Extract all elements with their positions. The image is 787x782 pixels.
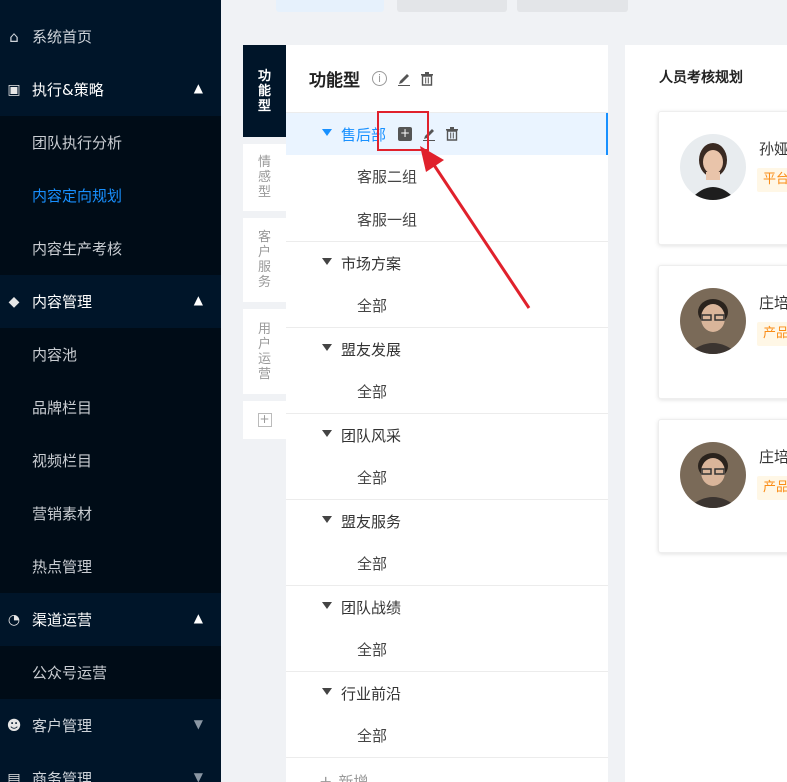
staff-name: 庄培 bbox=[759, 294, 787, 312]
staff-name: 庄培 bbox=[759, 448, 787, 466]
sidebar-group-channel[interactable]: ◔ 渠道运营 ▲ bbox=[0, 593, 221, 646]
chevron-down-icon: ▼ bbox=[193, 770, 203, 782]
tree-node-label: 行业前沿 bbox=[341, 684, 402, 703]
caret-down-icon[interactable] bbox=[322, 430, 332, 437]
info-icon[interactable]: i bbox=[372, 71, 387, 86]
add-category-label: 新增 bbox=[338, 773, 369, 782]
tree-node-header[interactable]: 行业前沿 bbox=[286, 672, 608, 714]
sidebar-submenu-channel: 公众号运营 bbox=[0, 646, 221, 699]
add-category-button[interactable]: + 新增 bbox=[286, 757, 608, 782]
tree-node-label: 盟友发展 bbox=[341, 340, 402, 359]
chevron-up-icon: ▲ bbox=[193, 81, 203, 95]
staff-card[interactable]: 庄培 产品 bbox=[658, 265, 787, 399]
top-tab-strip bbox=[243, 0, 787, 22]
tree-leaf[interactable]: 全部 bbox=[286, 542, 608, 585]
tab-customer-service[interactable]: 客户服务 bbox=[243, 218, 286, 302]
tree-title: 功能型 bbox=[309, 71, 360, 91]
tree-node-header[interactable]: 团队风采 bbox=[286, 414, 608, 456]
sidebar-item-video-column[interactable]: 视频栏目 bbox=[0, 434, 221, 487]
briefcase-icon: ▤ bbox=[7, 770, 21, 782]
sidebar-item-label: 系统首页 bbox=[32, 28, 93, 46]
sidebar-group-label: 渠道运营 bbox=[32, 611, 93, 629]
top-tab[interactable] bbox=[397, 0, 507, 12]
add-tab-button[interactable]: + bbox=[243, 401, 286, 439]
sidebar-group-label: 商务管理 bbox=[32, 770, 93, 782]
caret-down-icon[interactable] bbox=[322, 602, 332, 609]
panel-title: 人员考核规划 bbox=[659, 70, 743, 86]
sidebar-item-home[interactable]: ⌂ 系统首页 bbox=[0, 10, 221, 63]
staff-tag: 平台 bbox=[757, 168, 787, 192]
avatar bbox=[680, 134, 746, 200]
tree-node-label: 市场方案 bbox=[341, 254, 402, 273]
tree-leaf[interactable]: 全部 bbox=[286, 370, 608, 413]
users-icon: ☻ bbox=[6, 717, 22, 734]
caret-down-icon[interactable] bbox=[322, 344, 332, 351]
tree-node: 盟友发展 全部 bbox=[286, 327, 608, 413]
sidebar-submenu-strategy: 团队执行分析 内容定向规划 内容生产考核 bbox=[0, 116, 221, 275]
chevron-up-icon: ▲ bbox=[193, 293, 203, 307]
tree-leaf[interactable]: 全部 bbox=[286, 714, 608, 757]
chevron-up-icon: ▲ bbox=[193, 611, 203, 625]
caret-down-icon[interactable] bbox=[322, 516, 332, 523]
sidebar-group-label: 客户管理 bbox=[32, 717, 93, 735]
tree-node-header[interactable]: 盟友发展 bbox=[286, 328, 608, 370]
staff-card[interactable]: 孙娅 平台 bbox=[658, 111, 787, 245]
sidebar-item-content-planning[interactable]: 内容定向规划 bbox=[0, 169, 221, 222]
sidebar-group-label: 内容管理 bbox=[32, 293, 93, 311]
sidebar: ⌂ 系统首页 ▣ 执行&策略 ▲ 团队执行分析 内容定向规划 内容生产考核 ◆ … bbox=[0, 0, 221, 782]
delete-icon[interactable] bbox=[446, 127, 459, 141]
top-tab[interactable] bbox=[517, 0, 628, 12]
chevron-down-icon: ▼ bbox=[193, 717, 203, 731]
sidebar-item-official-account[interactable]: 公众号运营 bbox=[0, 646, 221, 699]
tree-node-label: 团队风采 bbox=[341, 426, 402, 445]
staff-name: 孙娅 bbox=[759, 140, 787, 158]
home-icon: ⌂ bbox=[9, 27, 19, 46]
tree-node: 团队战绩 全部 bbox=[286, 585, 608, 671]
sidebar-submenu-content: 内容池 品牌栏目 视频栏目 营销素材 热点管理 bbox=[0, 328, 221, 593]
sidebar-item-team-analysis[interactable]: 团队执行分析 bbox=[0, 116, 221, 169]
tree-node: 盟友服务 全部 bbox=[286, 499, 608, 585]
tab-emotional[interactable]: 情感型 bbox=[243, 144, 286, 211]
tree-node-header[interactable]: 团队战绩 bbox=[286, 586, 608, 628]
staff-card[interactable]: 庄培 产品 bbox=[658, 419, 787, 553]
tree-node-label: 盟友服务 bbox=[341, 512, 402, 531]
sidebar-item-marketing-material[interactable]: 营销素材 bbox=[0, 487, 221, 540]
sidebar-item-hot-topics[interactable]: 热点管理 bbox=[0, 540, 221, 593]
tree-leaf[interactable]: 全部 bbox=[286, 456, 608, 499]
sidebar-group-strategy[interactable]: ▣ 执行&策略 ▲ bbox=[0, 63, 221, 116]
tree-node: 团队风采 全部 bbox=[286, 413, 608, 499]
caret-down-icon[interactable] bbox=[322, 129, 332, 136]
staff-tag: 产品 bbox=[757, 476, 787, 500]
sidebar-group-business[interactable]: ▤ 商务管理 ▼ bbox=[0, 752, 221, 782]
sidebar-item-content-pool[interactable]: 内容池 bbox=[0, 328, 221, 381]
tree-header: 功能型 i bbox=[286, 45, 608, 112]
tree-node-header[interactable]: 盟友服务 bbox=[286, 500, 608, 542]
sidebar-group-customers[interactable]: ☻ 客户管理 ▼ bbox=[0, 699, 221, 752]
sidebar-item-production-review[interactable]: 内容生产考核 bbox=[0, 222, 221, 275]
delete-icon[interactable] bbox=[421, 71, 433, 86]
tree-leaf[interactable]: 全部 bbox=[286, 628, 608, 671]
tab-functional[interactable]: 功能型 bbox=[243, 45, 286, 137]
strategy-icon: ▣ bbox=[7, 81, 21, 98]
sidebar-item-brand-column[interactable]: 品牌栏目 bbox=[0, 381, 221, 434]
caret-down-icon[interactable] bbox=[322, 688, 332, 695]
top-tab[interactable] bbox=[276, 0, 384, 12]
clock-icon: ◔ bbox=[7, 611, 21, 628]
cube-icon: ◆ bbox=[8, 293, 20, 310]
staff-tag: 产品 bbox=[757, 322, 787, 346]
tree-node-label: 团队战绩 bbox=[341, 598, 402, 617]
tree-node: 行业前沿 全部 bbox=[286, 671, 608, 757]
tab-user-operation[interactable]: 用户运营 bbox=[243, 309, 286, 394]
plus-icon: + bbox=[319, 772, 333, 782]
category-tabs: 功能型 情感型 客户服务 用户运营 + bbox=[243, 45, 286, 439]
sidebar-group-label: 执行&策略 bbox=[32, 81, 104, 99]
sidebar-group-content[interactable]: ◆ 内容管理 ▲ bbox=[0, 275, 221, 328]
avatar bbox=[680, 288, 746, 354]
staff-review-panel: 人员考核规划 孙娅 平台 庄培 产品 庄培 产品 bbox=[625, 45, 787, 782]
avatar bbox=[680, 442, 746, 508]
annotation-arrow bbox=[420, 146, 531, 309]
plus-icon: + bbox=[257, 412, 272, 427]
edit-icon[interactable] bbox=[397, 72, 411, 86]
caret-down-icon[interactable] bbox=[322, 258, 332, 265]
